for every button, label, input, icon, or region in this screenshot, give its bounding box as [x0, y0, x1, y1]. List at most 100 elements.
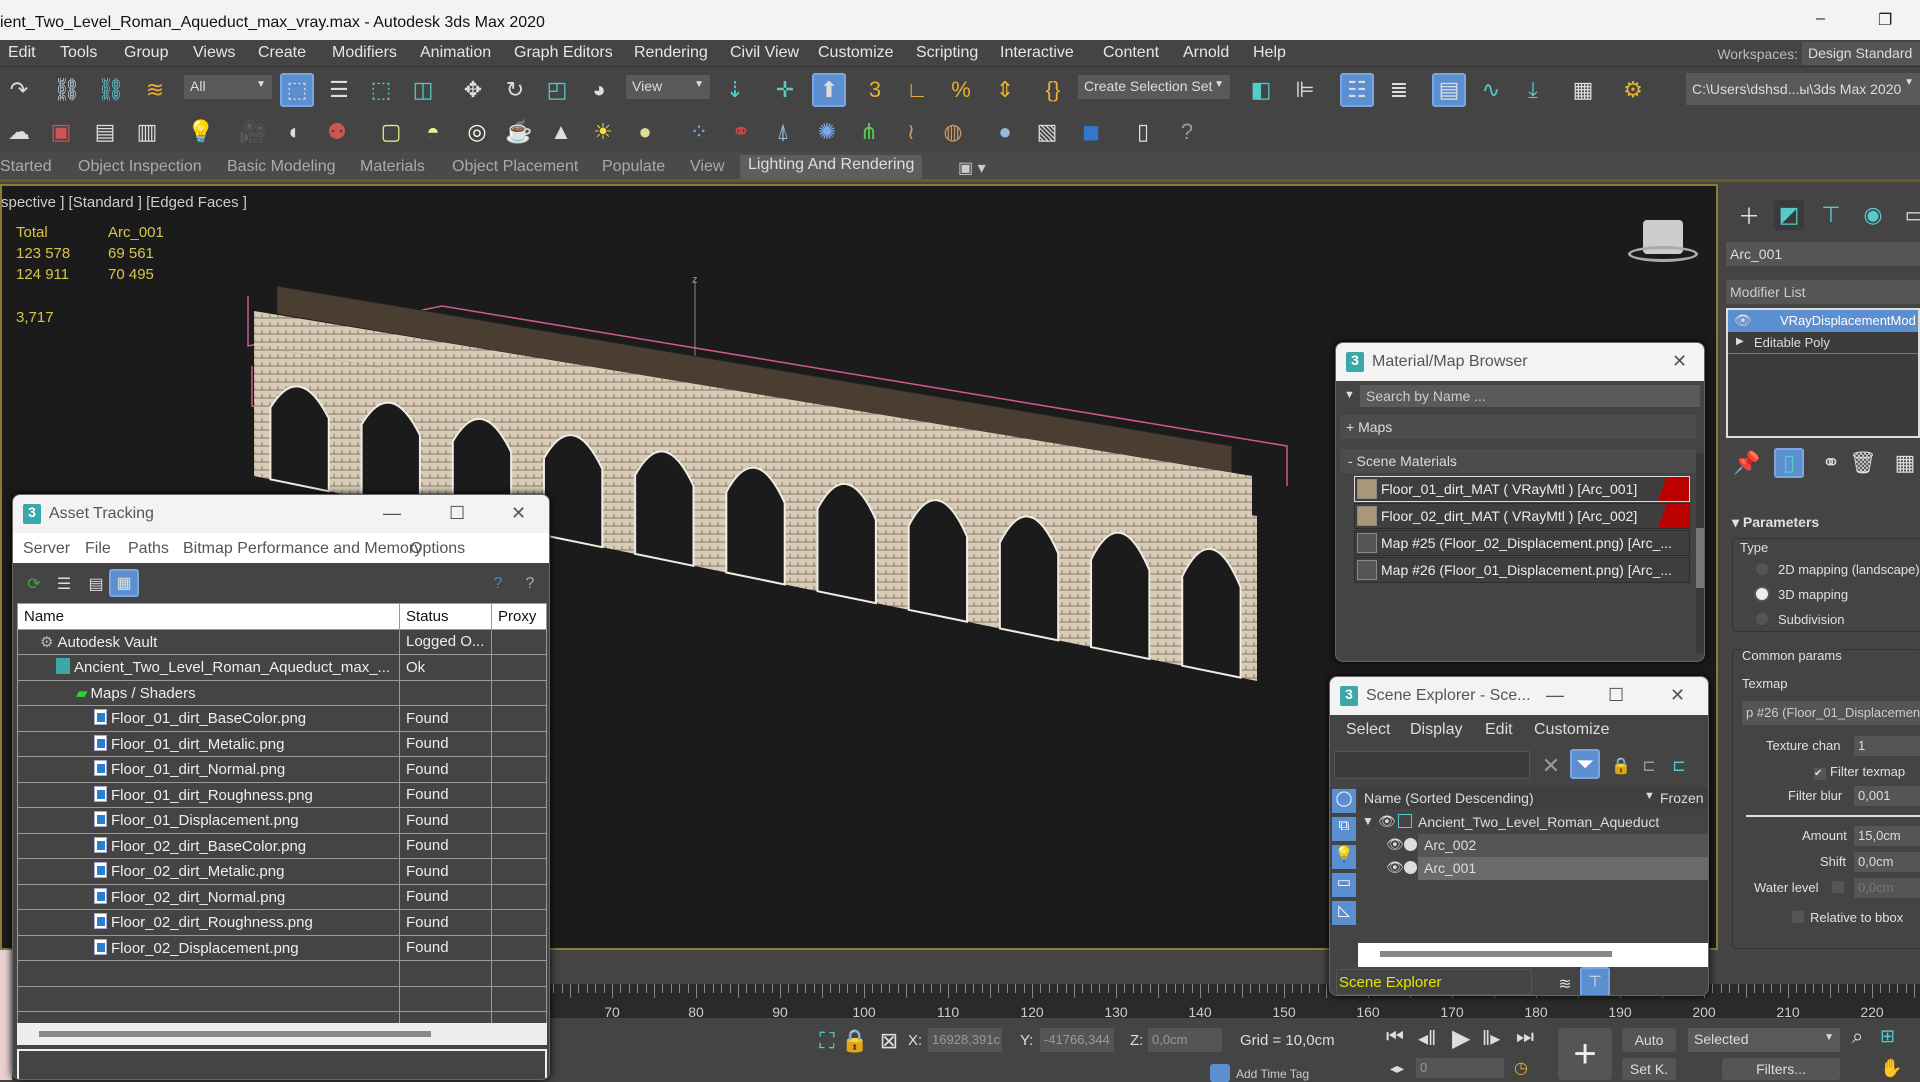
angle-snap-icon[interactable]: ∟ — [902, 75, 932, 105]
move-icon[interactable]: ✥ — [458, 75, 488, 105]
curve-editor-icon[interactable]: ∿ — [1476, 75, 1506, 105]
tab-object-inspection[interactable]: Object Inspection — [78, 158, 202, 176]
redo-icon[interactable]: ↷ — [4, 75, 34, 105]
ribbon-toggle-icon[interactable]: ▤ — [1432, 73, 1466, 107]
show-end-result-icon[interactable]: ▯ — [1774, 448, 1804, 478]
maximize-button[interactable]: ☐ — [1608, 685, 1624, 706]
eye-icon[interactable]: 👁 — [1378, 813, 1396, 830]
collapse-icon[interactable]: ▼ — [1362, 814, 1374, 828]
search-input[interactable]: Search by Name ... — [1360, 385, 1700, 407]
search-options-icon[interactable]: ▼ — [1344, 389, 1355, 401]
scene-explorer-toggle-icon[interactable]: ☷ — [1340, 73, 1374, 107]
decal-icon[interactable]: ◍ — [938, 117, 968, 147]
menu-group[interactable]: Group — [124, 44, 168, 62]
modifier-list-dropdown[interactable]: Modifier List — [1726, 280, 1920, 304]
sort-icon[interactable]: ▼ — [1644, 790, 1655, 802]
eye-icon[interactable]: 👁 — [1386, 836, 1404, 853]
motion-tab-icon[interactable]: ◉ — [1858, 200, 1888, 230]
next-frame-icon[interactable]: ‖▸ — [1482, 1026, 1500, 1051]
horizontal-scrollbar[interactable] — [1358, 943, 1708, 967]
tab-object-placement[interactable]: Object Placement — [452, 158, 578, 176]
table-row[interactable]: Floor_02_dirt_BaseColor.png Found — [17, 832, 547, 859]
camera-create-icon[interactable]: ⚉ — [322, 117, 352, 147]
group-scene-materials[interactable]: - Scene Materials — [1340, 449, 1696, 473]
sun-icon[interactable]: ☀ — [588, 117, 618, 147]
percent-snap-icon[interactable]: % — [946, 75, 976, 105]
water-level-spinner[interactable]: 0,0cm — [1854, 878, 1920, 898]
hierarchy-view-icon[interactable]: ⊤ — [1580, 967, 1610, 995]
render-setup-icon[interactable]: ⚙ — [1618, 75, 1648, 105]
minimize-button[interactable]: — — [383, 503, 401, 524]
table-row[interactable]: ⚙ Autodesk Vault Logged O... — [17, 628, 547, 655]
material-item[interactable]: Floor_01_dirt_MAT ( VRayMtl ) [Arc_001] — [1354, 476, 1690, 502]
render-list-icon[interactable]: ▤ — [90, 117, 120, 147]
eye-icon[interactable]: 👁 — [1734, 312, 1752, 329]
tab-basic-modeling[interactable]: Basic Modeling — [227, 158, 336, 176]
material-item[interactable]: Floor_02_dirt_MAT ( VRayMtl ) [Arc_002] — [1354, 503, 1690, 529]
key-filters-button[interactable]: Filters... — [1722, 1058, 1840, 1080]
scene-explorer-titlebar[interactable]: 3 Scene Explorer - Sce... — ☐ ✕ — [1330, 677, 1708, 715]
pan-icon[interactable]: ✋ — [1880, 1058, 1902, 1079]
zoom-all-icon[interactable]: ⊞ — [1880, 1026, 1895, 1047]
pivot-icon[interactable]: ⇣ — [720, 75, 750, 105]
layer-explorer-icon[interactable]: ≣ — [1384, 75, 1414, 105]
spot-light-icon[interactable]: ▲ — [546, 117, 576, 147]
current-frame-field[interactable]: 0 — [1416, 1058, 1504, 1078]
helpers-filter-icon[interactable]: ◺ — [1332, 901, 1356, 925]
camera-icon[interactable]: 🎥 — [238, 117, 268, 147]
menu-graph-editors[interactable]: Graph Editors — [514, 44, 613, 62]
schematic-view-icon[interactable]: ⤓ — [1518, 75, 1548, 105]
tree-item[interactable]: ▼ 👁 Ancient_Two_Level_Roman_Aqueduct — [1358, 811, 1708, 834]
clipper-icon[interactable]: ⍋ — [768, 117, 798, 147]
reference-coordinate-dropdown[interactable]: View — [626, 75, 710, 99]
cloud-icon[interactable]: ☁ — [4, 117, 34, 147]
hierarchy-icon[interactable]: ⊏ — [1634, 751, 1664, 781]
refresh-icon[interactable]: ⟳ — [19, 569, 49, 599]
table-row[interactable]: ▰ Maps / Shaders — [17, 679, 547, 706]
minimize-button[interactable]: — — [1546, 685, 1564, 706]
material-sphere-icon[interactable]: ● — [990, 117, 1020, 147]
horizontal-scrollbar[interactable] — [17, 1023, 547, 1045]
absolute-mode-icon[interactable]: ⊠ — [874, 1026, 904, 1056]
selection-filter-dropdown[interactable]: All — [184, 75, 272, 99]
menu-content[interactable]: Content — [1103, 44, 1159, 62]
menu-scripting[interactable]: Scripting — [916, 44, 978, 62]
menu-animation[interactable]: Animation — [420, 44, 491, 62]
table-row[interactable]: Floor_01_Displacement.png Found — [17, 807, 547, 834]
lock-icon[interactable]: 🔒 — [1606, 751, 1636, 781]
table-row[interactable]: Floor_01_dirt_Roughness.png Found — [17, 781, 547, 808]
radio-subdivision[interactable]: Subdivision — [1756, 612, 1845, 627]
modify-tab-icon[interactable]: ◩ — [1774, 200, 1804, 230]
configure-modifier-sets-icon[interactable]: ▦ — [1890, 448, 1920, 478]
close-button[interactable]: ✕ — [1672, 351, 1687, 372]
filter-icon[interactable]: ⏷ — [1570, 749, 1600, 779]
tree-item[interactable]: 👁 Arc_001 — [1386, 857, 1708, 880]
z-coordinate-field[interactable]: 0,0cm — [1148, 1028, 1222, 1052]
material-editor-icon[interactable]: ▦ — [1568, 75, 1598, 105]
map-item[interactable]: Map #25 (Floor_02_Displacement.png) [Arc… — [1354, 530, 1690, 556]
render-frame-icon[interactable]: ▣ — [46, 117, 76, 147]
light-lister-icon[interactable]: 💡 — [186, 117, 216, 147]
set-key-button[interactable]: Set K. — [1622, 1058, 1676, 1080]
column-name-header[interactable]: Name (Sorted Descending) — [1364, 790, 1534, 806]
minimize-button[interactable]: – — [1816, 10, 1825, 28]
ies-light-icon[interactable]: ● — [630, 117, 660, 147]
bind-space-warp-icon[interactable]: ≋ — [140, 75, 170, 105]
table-row[interactable]: Floor_01_dirt_Normal.png Found — [17, 756, 547, 783]
select-by-name-icon[interactable]: ☰ — [324, 75, 354, 105]
column-name[interactable]: Name — [17, 603, 400, 630]
texmap-button[interactable]: p #26 (Floor_01_Displacement — [1742, 701, 1920, 725]
play-icon[interactable]: ▶ — [1452, 1024, 1470, 1053]
scale-icon[interactable]: ◰ — [542, 75, 572, 105]
texture-channel-spinner[interactable]: 1 — [1854, 736, 1920, 756]
stack-item-vraydisplacementmod[interactable]: 👁 VRayDisplacementMod — [1728, 310, 1918, 332]
fur-icon[interactable]: ✺ — [812, 117, 842, 147]
radio-2d-mapping[interactable]: 2D mapping (landscape) — [1756, 562, 1920, 577]
maxscript-listener[interactable] — [0, 950, 12, 1080]
asset-path-field[interactable] — [17, 1049, 547, 1079]
script-icon[interactable]: ▯ — [1128, 117, 1158, 147]
parameters-rollout[interactable]: ▾ Parameters — [1732, 514, 1819, 531]
help-disabled-icon[interactable]: ? — [515, 569, 545, 599]
menu-civil-view[interactable]: Civil View — [730, 44, 799, 62]
menu-edit[interactable]: Edit — [8, 44, 36, 62]
